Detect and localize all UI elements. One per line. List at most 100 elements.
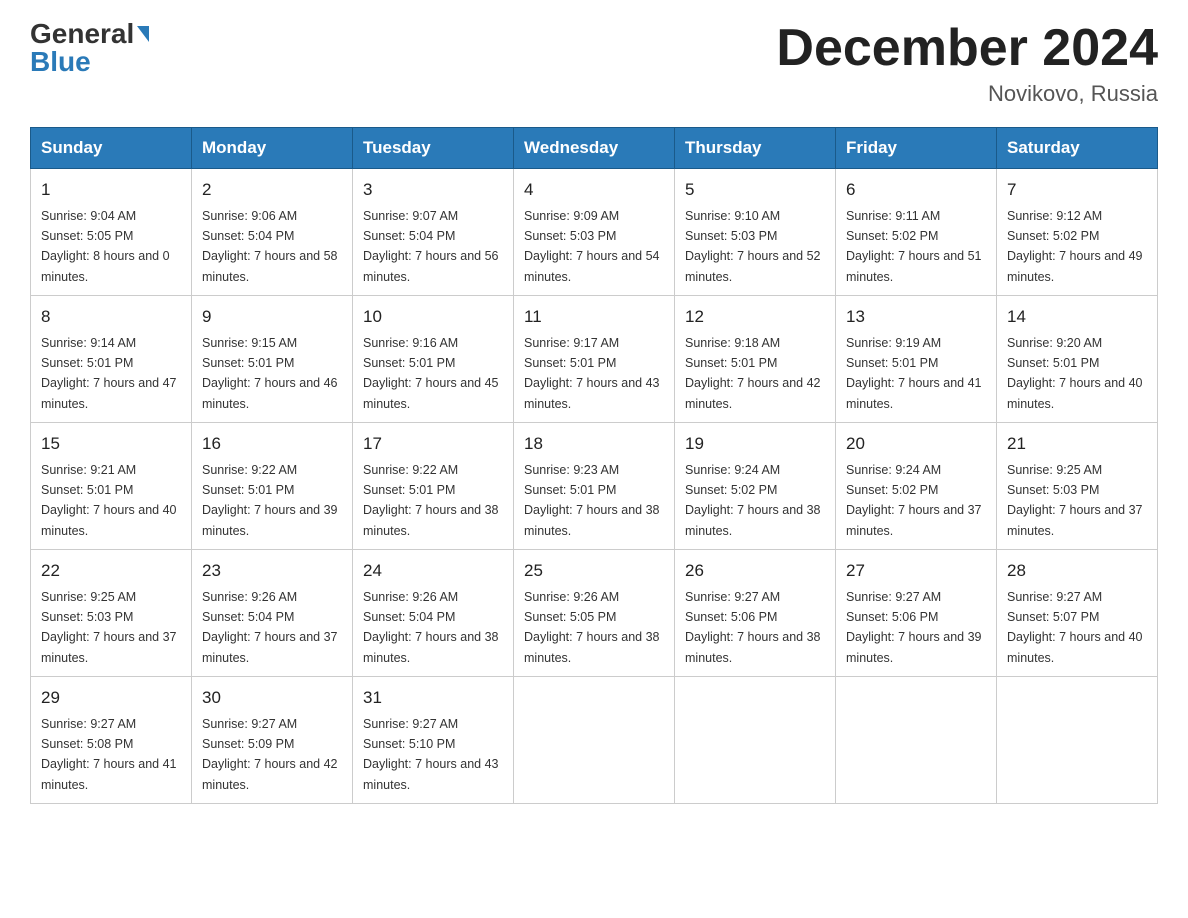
- day-info: Sunrise: 9:10 AMSunset: 5:03 PMDaylight:…: [685, 209, 821, 284]
- calendar-header-row: SundayMondayTuesdayWednesdayThursdayFrid…: [31, 128, 1158, 169]
- day-cell-3: 3 Sunrise: 9:07 AMSunset: 5:04 PMDayligh…: [353, 169, 514, 296]
- day-cell-24: 24 Sunrise: 9:26 AMSunset: 5:04 PMDaylig…: [353, 550, 514, 677]
- day-cell-4: 4 Sunrise: 9:09 AMSunset: 5:03 PMDayligh…: [514, 169, 675, 296]
- day-cell-19: 19 Sunrise: 9:24 AMSunset: 5:02 PMDaylig…: [675, 423, 836, 550]
- day-number: 6: [846, 177, 986, 203]
- day-cell-10: 10 Sunrise: 9:16 AMSunset: 5:01 PMDaylig…: [353, 296, 514, 423]
- day-cell-23: 23 Sunrise: 9:26 AMSunset: 5:04 PMDaylig…: [192, 550, 353, 677]
- day-number: 18: [524, 431, 664, 457]
- day-cell-14: 14 Sunrise: 9:20 AMSunset: 5:01 PMDaylig…: [997, 296, 1158, 423]
- day-cell-29: 29 Sunrise: 9:27 AMSunset: 5:08 PMDaylig…: [31, 677, 192, 804]
- day-number: 3: [363, 177, 503, 203]
- day-cell-11: 11 Sunrise: 9:17 AMSunset: 5:01 PMDaylig…: [514, 296, 675, 423]
- day-number: 5: [685, 177, 825, 203]
- day-info: Sunrise: 9:27 AMSunset: 5:07 PMDaylight:…: [1007, 590, 1143, 665]
- calendar-table: SundayMondayTuesdayWednesdayThursdayFrid…: [30, 127, 1158, 804]
- day-info: Sunrise: 9:27 AMSunset: 5:10 PMDaylight:…: [363, 717, 499, 792]
- day-info: Sunrise: 9:26 AMSunset: 5:04 PMDaylight:…: [363, 590, 499, 665]
- day-info: Sunrise: 9:20 AMSunset: 5:01 PMDaylight:…: [1007, 336, 1143, 411]
- day-info: Sunrise: 9:07 AMSunset: 5:04 PMDaylight:…: [363, 209, 499, 284]
- day-cell-25: 25 Sunrise: 9:26 AMSunset: 5:05 PMDaylig…: [514, 550, 675, 677]
- day-number: 22: [41, 558, 181, 584]
- empty-cell-w4-6: [997, 677, 1158, 804]
- day-number: 4: [524, 177, 664, 203]
- day-cell-9: 9 Sunrise: 9:15 AMSunset: 5:01 PMDayligh…: [192, 296, 353, 423]
- day-cell-31: 31 Sunrise: 9:27 AMSunset: 5:10 PMDaylig…: [353, 677, 514, 804]
- day-number: 27: [846, 558, 986, 584]
- header-monday: Monday: [192, 128, 353, 169]
- day-number: 31: [363, 685, 503, 711]
- day-cell-20: 20 Sunrise: 9:24 AMSunset: 5:02 PMDaylig…: [836, 423, 997, 550]
- day-cell-28: 28 Sunrise: 9:27 AMSunset: 5:07 PMDaylig…: [997, 550, 1158, 677]
- day-number: 29: [41, 685, 181, 711]
- day-info: Sunrise: 9:17 AMSunset: 5:01 PMDaylight:…: [524, 336, 660, 411]
- day-info: Sunrise: 9:25 AMSunset: 5:03 PMDaylight:…: [1007, 463, 1143, 538]
- day-number: 11: [524, 304, 664, 330]
- header-wednesday: Wednesday: [514, 128, 675, 169]
- day-info: Sunrise: 9:15 AMSunset: 5:01 PMDaylight:…: [202, 336, 338, 411]
- day-number: 20: [846, 431, 986, 457]
- day-number: 9: [202, 304, 342, 330]
- day-info: Sunrise: 9:22 AMSunset: 5:01 PMDaylight:…: [363, 463, 499, 538]
- logo: General Blue: [30, 20, 149, 76]
- day-cell-5: 5 Sunrise: 9:10 AMSunset: 5:03 PMDayligh…: [675, 169, 836, 296]
- day-info: Sunrise: 9:21 AMSunset: 5:01 PMDaylight:…: [41, 463, 177, 538]
- day-number: 2: [202, 177, 342, 203]
- day-info: Sunrise: 9:04 AMSunset: 5:05 PMDaylight:…: [41, 209, 170, 284]
- week-row-3: 15 Sunrise: 9:21 AMSunset: 5:01 PMDaylig…: [31, 423, 1158, 550]
- day-info: Sunrise: 9:26 AMSunset: 5:04 PMDaylight:…: [202, 590, 338, 665]
- day-info: Sunrise: 9:24 AMSunset: 5:02 PMDaylight:…: [685, 463, 821, 538]
- day-number: 24: [363, 558, 503, 584]
- logo-general-text: General: [30, 20, 134, 48]
- day-info: Sunrise: 9:22 AMSunset: 5:01 PMDaylight:…: [202, 463, 338, 538]
- day-info: Sunrise: 9:27 AMSunset: 5:06 PMDaylight:…: [846, 590, 982, 665]
- day-number: 19: [685, 431, 825, 457]
- day-number: 16: [202, 431, 342, 457]
- day-info: Sunrise: 9:24 AMSunset: 5:02 PMDaylight:…: [846, 463, 982, 538]
- day-cell-15: 15 Sunrise: 9:21 AMSunset: 5:01 PMDaylig…: [31, 423, 192, 550]
- day-number: 28: [1007, 558, 1147, 584]
- day-info: Sunrise: 9:27 AMSunset: 5:08 PMDaylight:…: [41, 717, 177, 792]
- day-info: Sunrise: 9:16 AMSunset: 5:01 PMDaylight:…: [363, 336, 499, 411]
- week-row-1: 1 Sunrise: 9:04 AMSunset: 5:05 PMDayligh…: [31, 169, 1158, 296]
- day-info: Sunrise: 9:23 AMSunset: 5:01 PMDaylight:…: [524, 463, 660, 538]
- month-title: December 2024: [776, 20, 1158, 77]
- day-number: 25: [524, 558, 664, 584]
- day-info: Sunrise: 9:27 AMSunset: 5:09 PMDaylight:…: [202, 717, 338, 792]
- day-info: Sunrise: 9:09 AMSunset: 5:03 PMDaylight:…: [524, 209, 660, 284]
- day-number: 10: [363, 304, 503, 330]
- day-cell-18: 18 Sunrise: 9:23 AMSunset: 5:01 PMDaylig…: [514, 423, 675, 550]
- day-number: 30: [202, 685, 342, 711]
- day-cell-13: 13 Sunrise: 9:19 AMSunset: 5:01 PMDaylig…: [836, 296, 997, 423]
- day-cell-22: 22 Sunrise: 9:25 AMSunset: 5:03 PMDaylig…: [31, 550, 192, 677]
- day-number: 1: [41, 177, 181, 203]
- day-info: Sunrise: 9:14 AMSunset: 5:01 PMDaylight:…: [41, 336, 177, 411]
- day-number: 14: [1007, 304, 1147, 330]
- day-number: 7: [1007, 177, 1147, 203]
- day-cell-2: 2 Sunrise: 9:06 AMSunset: 5:04 PMDayligh…: [192, 169, 353, 296]
- day-number: 23: [202, 558, 342, 584]
- header-friday: Friday: [836, 128, 997, 169]
- week-row-5: 29 Sunrise: 9:27 AMSunset: 5:08 PMDaylig…: [31, 677, 1158, 804]
- day-number: 26: [685, 558, 825, 584]
- day-cell-30: 30 Sunrise: 9:27 AMSunset: 5:09 PMDaylig…: [192, 677, 353, 804]
- empty-cell-w4-5: [836, 677, 997, 804]
- header-tuesday: Tuesday: [353, 128, 514, 169]
- day-cell-12: 12 Sunrise: 9:18 AMSunset: 5:01 PMDaylig…: [675, 296, 836, 423]
- week-row-2: 8 Sunrise: 9:14 AMSunset: 5:01 PMDayligh…: [31, 296, 1158, 423]
- day-cell-27: 27 Sunrise: 9:27 AMSunset: 5:06 PMDaylig…: [836, 550, 997, 677]
- day-cell-21: 21 Sunrise: 9:25 AMSunset: 5:03 PMDaylig…: [997, 423, 1158, 550]
- day-number: 15: [41, 431, 181, 457]
- day-cell-6: 6 Sunrise: 9:11 AMSunset: 5:02 PMDayligh…: [836, 169, 997, 296]
- header-saturday: Saturday: [997, 128, 1158, 169]
- day-info: Sunrise: 9:12 AMSunset: 5:02 PMDaylight:…: [1007, 209, 1143, 284]
- logo-triangle-icon: [137, 26, 149, 42]
- location-label: Novikovo, Russia: [776, 81, 1158, 107]
- day-number: 8: [41, 304, 181, 330]
- week-row-4: 22 Sunrise: 9:25 AMSunset: 5:03 PMDaylig…: [31, 550, 1158, 677]
- day-info: Sunrise: 9:19 AMSunset: 5:01 PMDaylight:…: [846, 336, 982, 411]
- day-cell-26: 26 Sunrise: 9:27 AMSunset: 5:06 PMDaylig…: [675, 550, 836, 677]
- day-info: Sunrise: 9:06 AMSunset: 5:04 PMDaylight:…: [202, 209, 338, 284]
- title-block: December 2024 Novikovo, Russia: [776, 20, 1158, 107]
- day-cell-8: 8 Sunrise: 9:14 AMSunset: 5:01 PMDayligh…: [31, 296, 192, 423]
